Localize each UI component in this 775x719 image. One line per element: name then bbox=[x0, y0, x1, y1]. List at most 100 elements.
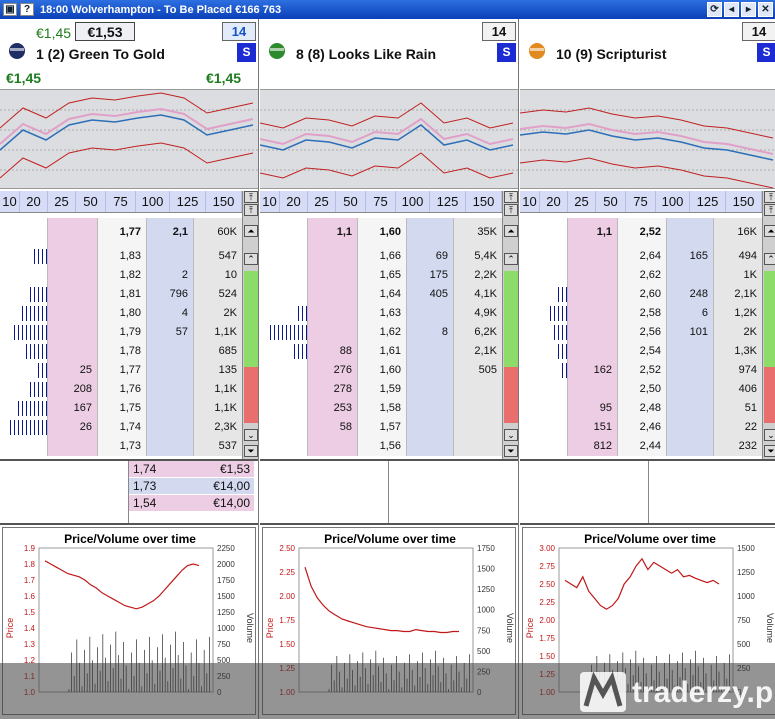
refresh-button[interactable]: ⟳ bbox=[707, 2, 722, 17]
lay-cell[interactable] bbox=[568, 342, 618, 361]
stake-box[interactable]: 14 bbox=[482, 22, 516, 41]
lay-cell[interactable]: 151 bbox=[568, 418, 618, 437]
scroll-top-icon[interactable]: ⤒ bbox=[244, 204, 258, 216]
prev-market-button[interactable]: ◂ bbox=[724, 2, 739, 17]
back-cell[interactable] bbox=[147, 247, 194, 266]
back-cell[interactable] bbox=[667, 342, 714, 361]
stake-option[interactable]: 50 bbox=[596, 191, 626, 212]
back-cell[interactable] bbox=[407, 399, 454, 418]
stake-option[interactable]: 75 bbox=[626, 191, 656, 212]
back-cell[interactable]: 175 bbox=[407, 266, 454, 285]
back-cell[interactable]: 4 bbox=[147, 304, 194, 323]
back-cell[interactable] bbox=[407, 304, 454, 323]
back-cell[interactable] bbox=[407, 418, 454, 437]
stake-option[interactable]: 25 bbox=[568, 191, 596, 212]
stake-option[interactable]: 125 bbox=[430, 191, 466, 212]
back-cell[interactable] bbox=[147, 437, 194, 456]
stake-option[interactable]: 150 bbox=[206, 191, 242, 212]
back-cell[interactable] bbox=[667, 380, 714, 399]
stake-option[interactable]: 10 bbox=[520, 191, 540, 212]
back-cell[interactable] bbox=[147, 418, 194, 437]
page-up-icon[interactable]: ⏶ bbox=[764, 225, 775, 237]
stake-option[interactable]: 20 bbox=[20, 191, 48, 212]
lay-cell[interactable] bbox=[48, 247, 98, 266]
lay-cell[interactable]: 812 bbox=[568, 437, 618, 456]
back-cell[interactable] bbox=[407, 342, 454, 361]
lay-cell[interactable] bbox=[48, 323, 98, 342]
lay-cell[interactable] bbox=[308, 266, 358, 285]
lay-cell[interactable] bbox=[308, 437, 358, 456]
scroll-top-icon[interactable]: ⤒ bbox=[504, 204, 518, 216]
stake-option[interactable]: 150 bbox=[726, 191, 762, 212]
lay-cell[interactable]: 278 bbox=[308, 380, 358, 399]
scroll-top-icon[interactable]: ⤒ bbox=[764, 191, 775, 203]
lay-cell[interactable] bbox=[568, 380, 618, 399]
stake-option[interactable]: 75 bbox=[106, 191, 136, 212]
lay-cell[interactable] bbox=[568, 247, 618, 266]
ladder-scrollbar[interactable]: ⤒ ⤒ ⏶ ⌃ ⌄ ⏷ bbox=[242, 191, 258, 459]
stake-option[interactable]: 50 bbox=[336, 191, 366, 212]
stake-option[interactable]: 50 bbox=[76, 191, 106, 212]
back-cell[interactable] bbox=[147, 342, 194, 361]
lay-cell[interactable]: 208 bbox=[48, 380, 98, 399]
back-cell[interactable]: 796 bbox=[147, 285, 194, 304]
ladder-scrollbar[interactable]: ⤒ ⤒ ⏶ ⌃ ⌄ ⏷ bbox=[762, 191, 775, 459]
lay-cell[interactable] bbox=[48, 304, 98, 323]
lay-cell[interactable]: 253 bbox=[308, 399, 358, 418]
order-row[interactable]: 1,73 €14,00 bbox=[129, 478, 254, 495]
back-cell[interactable] bbox=[407, 361, 454, 380]
lay-cell[interactable] bbox=[568, 304, 618, 323]
lay-cell[interactable] bbox=[568, 285, 618, 304]
page-down-icon[interactable]: ⏷ bbox=[764, 445, 775, 457]
stake-option[interactable]: 10 bbox=[260, 191, 280, 212]
back-cell[interactable] bbox=[667, 437, 714, 456]
chevron-up-icon[interactable]: ⌃ bbox=[244, 253, 258, 265]
back-cell[interactable]: 8 bbox=[407, 323, 454, 342]
stake-option[interactable]: 10 bbox=[0, 191, 20, 212]
stake-option[interactable]: 25 bbox=[48, 191, 76, 212]
back-cell[interactable] bbox=[147, 380, 194, 399]
lay-cell[interactable]: 276 bbox=[308, 361, 358, 380]
lay-cell[interactable] bbox=[568, 266, 618, 285]
close-button[interactable]: ✕ bbox=[758, 2, 773, 17]
back-cell[interactable]: 165 bbox=[667, 247, 714, 266]
back-cell[interactable] bbox=[667, 266, 714, 285]
page-up-icon[interactable]: ⏶ bbox=[244, 225, 258, 237]
order-row[interactable]: 1,54 €14,00 bbox=[129, 495, 254, 512]
scroll-top-icon[interactable]: ⤒ bbox=[764, 204, 775, 216]
lay-cell[interactable]: 58 bbox=[308, 418, 358, 437]
stake-option[interactable]: 100 bbox=[656, 191, 690, 212]
back-cell[interactable]: 248 bbox=[667, 285, 714, 304]
stake-option[interactable]: 125 bbox=[690, 191, 726, 212]
ladder-scrollbar[interactable]: ⤒ ⤒ ⏶ ⌃ ⌄ ⏷ bbox=[502, 191, 518, 459]
selected-price-box[interactable]: €1,53 bbox=[75, 22, 135, 41]
lay-cell[interactable]: 88 bbox=[308, 342, 358, 361]
lay-cell[interactable] bbox=[308, 247, 358, 266]
back-cell[interactable]: 57 bbox=[147, 323, 194, 342]
stake-box[interactable]: 14 bbox=[742, 22, 775, 41]
stake-option[interactable]: 125 bbox=[170, 191, 206, 212]
back-cell[interactable] bbox=[147, 399, 194, 418]
stake-option[interactable]: 100 bbox=[136, 191, 170, 212]
back-cell[interactable] bbox=[667, 361, 714, 380]
back-cell[interactable] bbox=[667, 418, 714, 437]
lay-cell[interactable] bbox=[48, 285, 98, 304]
lay-cell[interactable]: 162 bbox=[568, 361, 618, 380]
s-button[interactable]: S bbox=[497, 43, 516, 62]
page-down-icon[interactable]: ⏷ bbox=[244, 445, 258, 457]
app-menu-icon[interactable]: ▣ bbox=[3, 3, 17, 16]
back-cell[interactable]: 2 bbox=[147, 266, 194, 285]
lay-cell[interactable] bbox=[48, 437, 98, 456]
chevron-down-icon[interactable]: ⌄ bbox=[244, 429, 258, 441]
stake-option[interactable]: 20 bbox=[540, 191, 568, 212]
lay-cell[interactable] bbox=[308, 304, 358, 323]
order-row[interactable]: 1,74 €1,53 bbox=[129, 461, 254, 478]
s-button[interactable]: S bbox=[237, 43, 256, 62]
lay-cell[interactable] bbox=[48, 342, 98, 361]
lay-cell[interactable]: 25 bbox=[48, 361, 98, 380]
back-cell[interactable]: 6 bbox=[667, 304, 714, 323]
scroll-top-icon[interactable]: ⤒ bbox=[504, 191, 518, 203]
lay-cell[interactable] bbox=[308, 323, 358, 342]
help-icon[interactable]: ? bbox=[20, 3, 34, 16]
lay-cell[interactable]: 167 bbox=[48, 399, 98, 418]
